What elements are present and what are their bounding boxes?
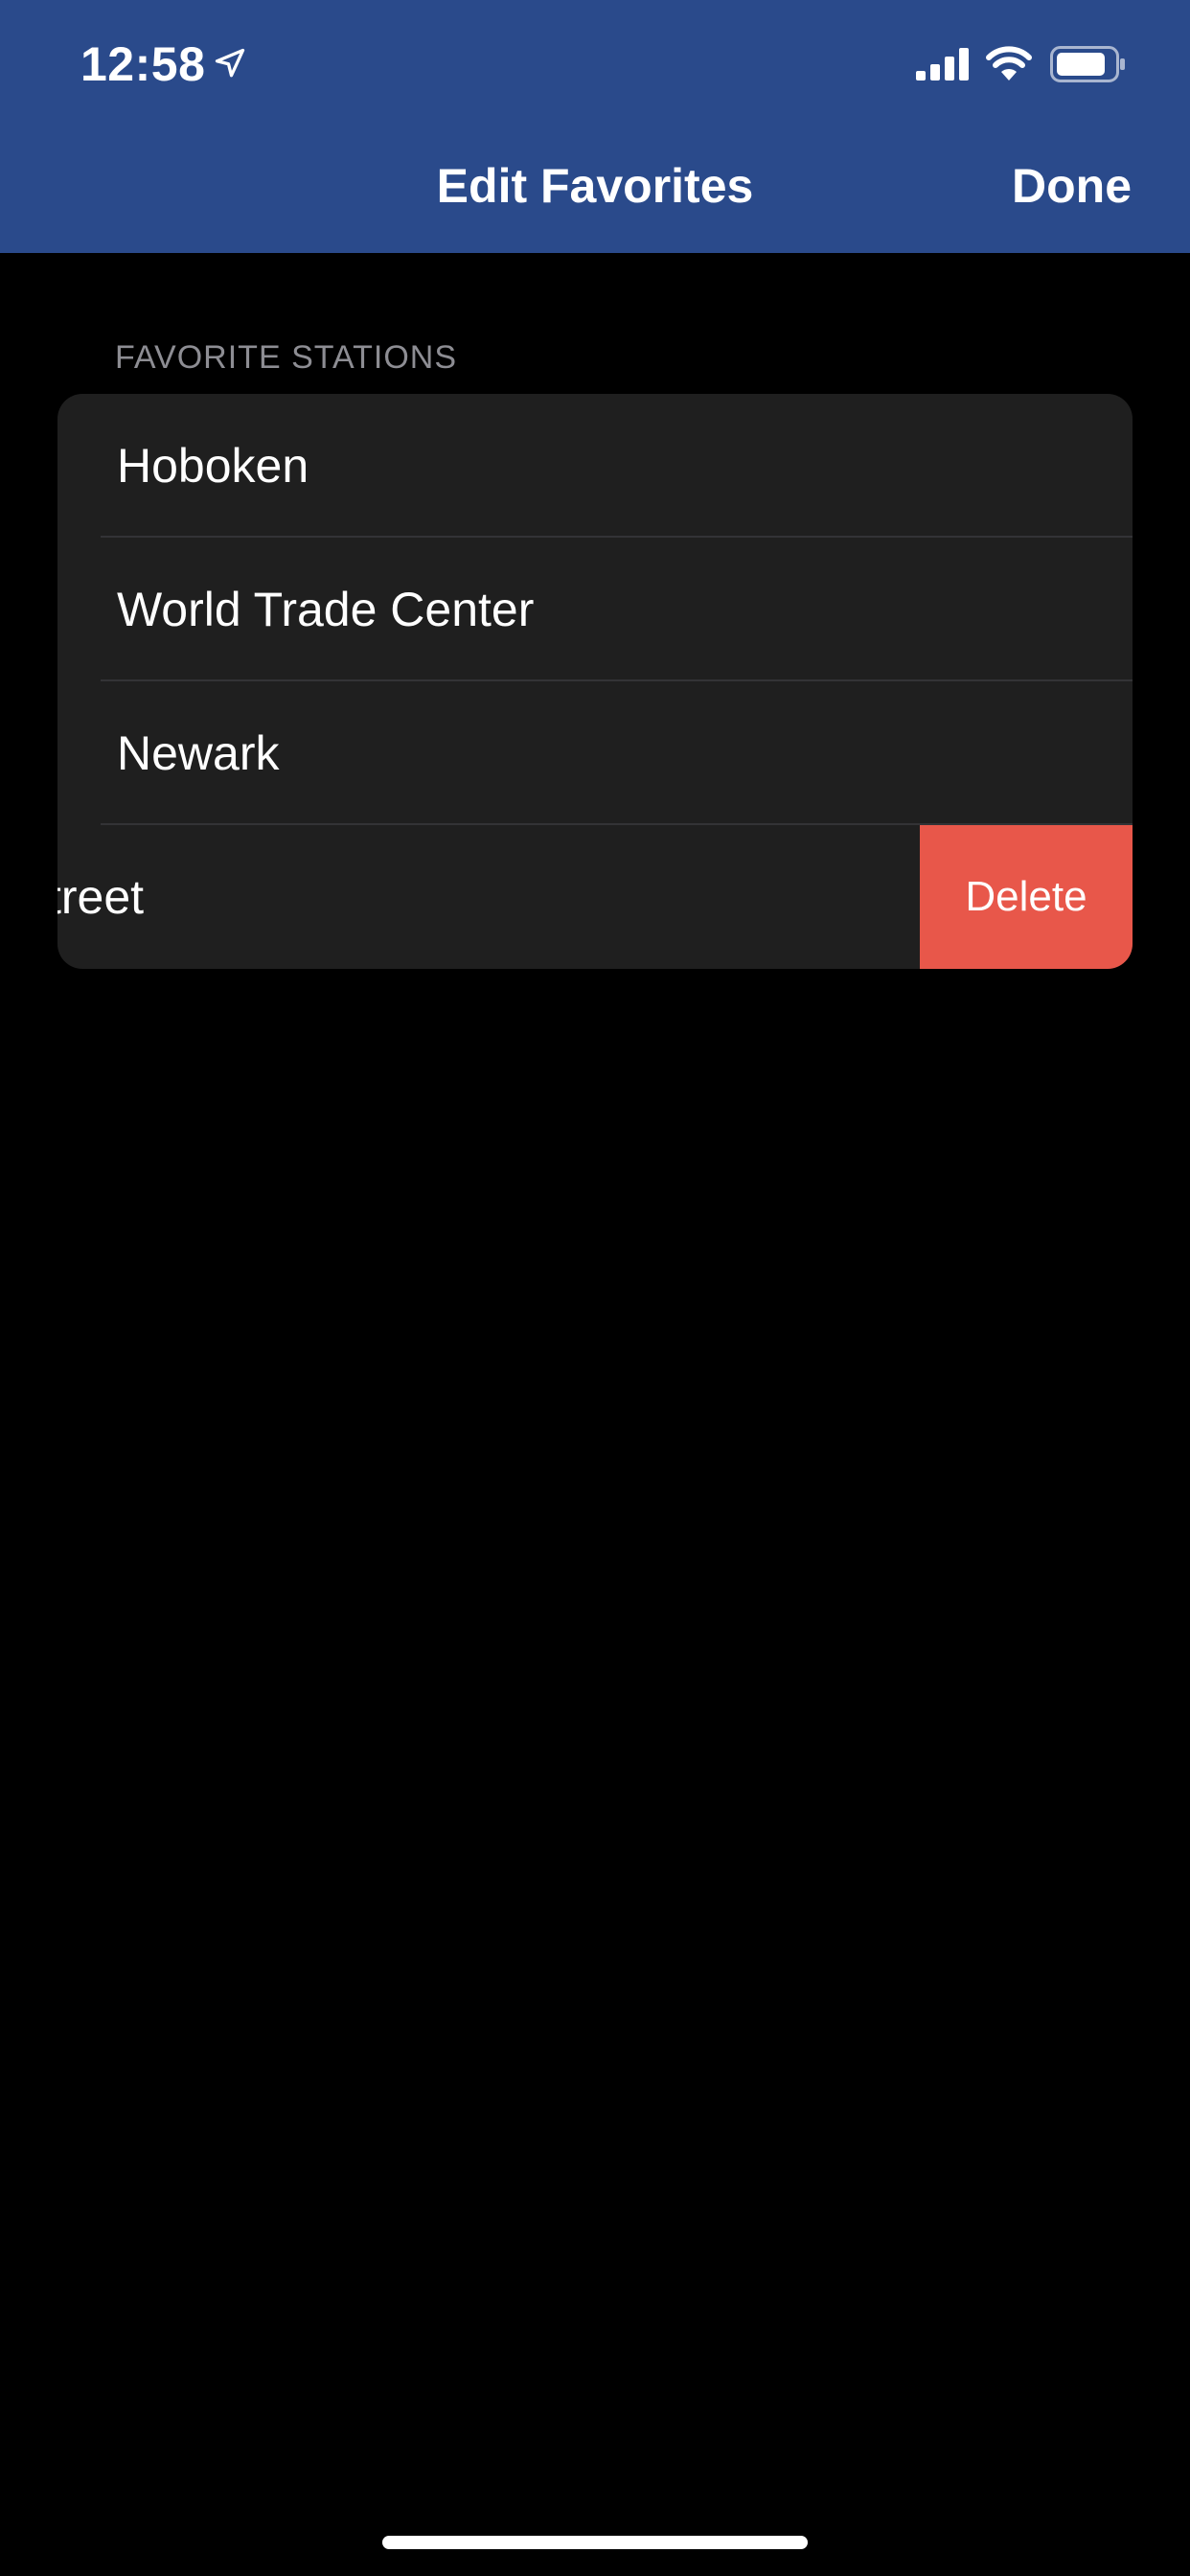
favorites-list: Hoboken World Trade Center Newark treet … [57,394,1133,969]
list-item-label: Newark [117,726,280,780]
section-header: FAVORITE STATIONS [115,339,458,376]
list-item-swiped[interactable]: treet Delete [57,825,1133,969]
home-indicator[interactable] [382,2536,808,2549]
list-item[interactable]: World Trade Center [57,538,1133,681]
wifi-icon [986,46,1032,80]
list-item[interactable]: Hoboken [57,394,1133,538]
list-item-label: Hoboken [117,439,309,493]
navigation-header: 12:58 Edit Favorites Done [0,0,1190,253]
status-bar: 12:58 [0,0,1190,126]
done-button[interactable]: Done [1012,158,1132,214]
list-item-label: World Trade Center [117,583,535,636]
screen: 12:58 Edit Favorites Done FAVORITE STATI… [0,0,1190,2576]
list-item-label: treet [57,870,145,924]
location-arrow-icon [215,48,245,78]
list-item[interactable]: Newark [57,681,1133,825]
status-time: 12:58 [80,37,206,91]
cellular-signal-icon [916,48,969,80]
battery-icon [1050,46,1125,82]
delete-button[interactable]: Delete [920,825,1133,969]
swiped-row-content[interactable]: treet [57,825,920,969]
